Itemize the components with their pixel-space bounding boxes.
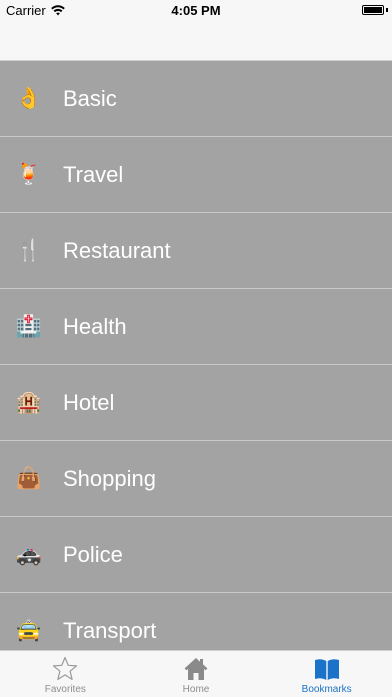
status-time: 4:05 PM <box>171 3 221 18</box>
tab-bookmarks-label: Bookmarks <box>301 684 352 695</box>
category-row[interactable]: 🍴 Restaurant <box>0 213 392 289</box>
police-car-icon: 🚓 <box>15 542 43 566</box>
battery-tip <box>386 8 388 12</box>
status-bar: Carrier 4:05 PM <box>0 0 392 20</box>
battery-icon <box>362 5 384 15</box>
hotel-icon: 🏨 <box>15 390 43 414</box>
category-label: Restaurant <box>63 237 171 263</box>
fork-knife-icon: 🍴 <box>15 238 43 262</box>
hospital-icon: 🏥 <box>15 314 43 338</box>
book-icon <box>314 659 339 680</box>
taxi-icon: 🚖 <box>15 618 43 642</box>
navigation-bar <box>0 20 392 61</box>
category-label: Transport <box>63 617 157 643</box>
tropical-drink-icon: 🍹 <box>15 162 43 186</box>
tab-home[interactable]: Home <box>131 651 262 697</box>
star-icon <box>53 656 78 680</box>
tab-favorites[interactable]: Favorites <box>0 651 131 697</box>
handbag-icon: 👜 <box>15 466 43 490</box>
tab-home-label: Home <box>182 684 210 695</box>
tab-bar: Favorites Home Bookmarks <box>0 650 392 697</box>
category-label: Shopping <box>63 465 156 491</box>
tab-favorites-label: Favorites <box>44 684 86 695</box>
category-row[interactable]: 🍹 Travel <box>0 137 392 213</box>
category-row[interactable]: 👜 Shopping <box>0 441 392 517</box>
category-row[interactable]: 👌 Basic <box>0 61 392 137</box>
category-list[interactable]: 👌 Basic 🍹 Travel 🍴 Restaurant 🏥 Health 🏨 Hotel 👜 Sh… <box>0 61 392 650</box>
category-row[interactable]: 🏥 Health <box>0 289 392 365</box>
category-label: Police <box>63 541 123 567</box>
category-row[interactable]: 🚖 Transport <box>0 593 392 650</box>
category-label: Hotel <box>63 389 115 415</box>
ok-hand-icon: 👌 <box>15 86 43 110</box>
category-row[interactable]: 🏨 Hotel <box>0 365 392 441</box>
category-label: Travel <box>63 161 124 187</box>
category-label: Basic <box>63 85 117 111</box>
category-label: Health <box>63 313 127 339</box>
home-icon <box>184 658 208 680</box>
category-row[interactable]: 🚓 Police <box>0 517 392 593</box>
tab-bookmarks[interactable]: Bookmarks <box>261 651 392 697</box>
